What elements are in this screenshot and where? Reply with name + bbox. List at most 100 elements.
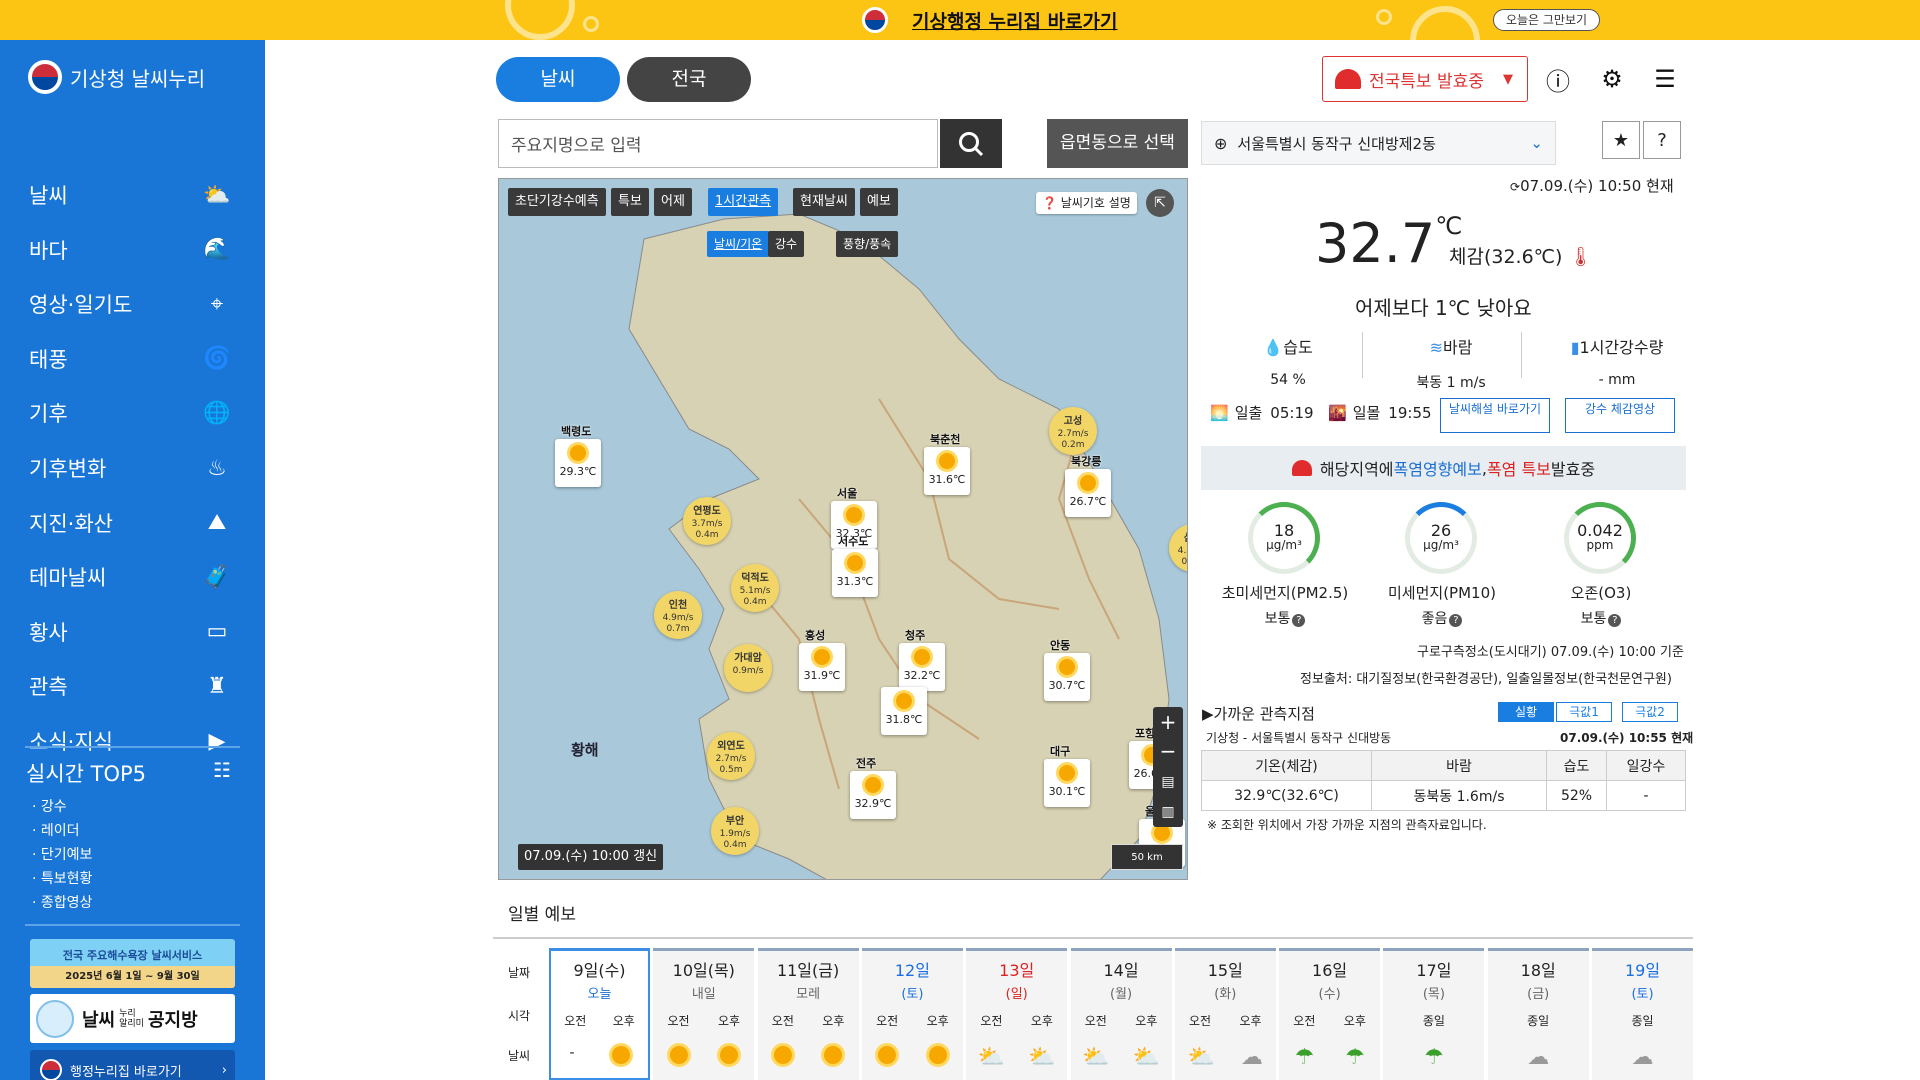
map-subtab-0[interactable]: 날씨/기온 — [707, 231, 770, 257]
heat-impact-forecast-link[interactable]: 폭염영향예보 — [1394, 456, 1482, 480]
map-tab-2[interactable]: 어제 — [654, 188, 692, 216]
day-column[interactable]: 19일 (토) 종일 ☁ — [1592, 948, 1693, 1080]
city-temp-card[interactable]: 32.2℃ — [899, 643, 945, 691]
search-button[interactable] — [940, 119, 1002, 168]
weather-commentary-button[interactable]: 날씨해설 바로가기 — [1440, 398, 1550, 433]
air-quality-ring[interactable]: 18 μg/m³ — [1248, 502, 1320, 574]
city-temp-card[interactable]: 29.3℃ — [555, 439, 601, 487]
map-tab-4[interactable]: 현재날씨 — [793, 188, 855, 216]
sidebar-item-3[interactable]: 태풍 🌀 — [0, 332, 265, 386]
help-icon[interactable]: ? — [1449, 614, 1463, 627]
sidebar-item-2[interactable]: 영상·일기도 ⌖ — [0, 277, 265, 331]
tab-observation-extreme1[interactable]: 극값1 — [1556, 702, 1612, 722]
map-tab-0[interactable]: 초단기강수예측 — [508, 188, 606, 216]
map-subtab-1[interactable]: 강수 — [768, 231, 805, 257]
day-column[interactable]: 14일 (월) 오전 오후 ⛅ ⛅ — [1070, 948, 1172, 1080]
city-temp-card[interactable]: 30.1℃ — [1044, 759, 1090, 807]
symbol-legend-button[interactable]: ❓ 날씨기호 설명 — [1036, 192, 1137, 214]
sidebar-item-6[interactable]: 지진·화산 ⛰ — [0, 496, 265, 550]
precip-video-button[interactable]: 강수 체감영상 — [1565, 398, 1675, 433]
marine-station-bubble[interactable]: 부안 1.9m/s 0.4m — [711, 807, 759, 855]
external-link-button[interactable]: ⇱ — [1146, 189, 1174, 217]
day-column[interactable]: 17일 (목) 종일 ☂ — [1383, 948, 1485, 1080]
top5-item[interactable]: 레이더 — [32, 819, 92, 843]
city-temp-card[interactable]: 32.9℃ — [850, 771, 896, 819]
city-temp-card[interactable]: 30.7℃ — [1044, 653, 1090, 701]
day-column[interactable]: 9일(수) 오늘 오전 오후 - — [549, 948, 650, 1080]
settings-icon[interactable]: ⚙ — [1595, 62, 1629, 96]
city-temp-card[interactable]: 31.9℃ — [799, 643, 845, 691]
city-temp-card[interactable]: 31.6℃ — [924, 447, 970, 495]
city-temp-card[interactable]: 31.8℃ — [881, 687, 927, 735]
zoom-out-button[interactable]: − — [1153, 737, 1183, 767]
map-tab-3[interactable]: 1시간관측 — [708, 188, 779, 216]
weather-map[interactable]: 초단기강수예측 특보 어제 1시간관측 현재날씨 예보 날씨/기온 강수 풍향/풍속 ❓ 날씨… — [498, 178, 1188, 880]
top5-item[interactable]: 종합영상 — [32, 891, 93, 915]
nationwide-alert-dropdown[interactable]: 전국특보 발효중 ▼ — [1322, 56, 1528, 102]
location-selector[interactable]: ⊕ 서울특별시 동작구 신대방제2동 ⌄ — [1201, 121, 1556, 165]
ruler-button[interactable]: ▤ — [1153, 767, 1183, 797]
tab-observation-live[interactable]: 실황 — [1498, 702, 1554, 722]
top-banner[interactable]: 기상행정 누리집 바로가기 오늘은 그만보기 — [0, 0, 1920, 40]
marine-station-bubble[interactable]: 덕적도 5.1m/s 0.4m — [731, 564, 779, 612]
map-tab-5[interactable]: 예보 — [860, 188, 898, 216]
day-column[interactable]: 10일(목) 내일 오전 오후 — [653, 948, 755, 1080]
sun-icon — [773, 1046, 792, 1064]
search-input[interactable]: 주요지명으로 입력 — [498, 119, 938, 168]
tab-observation-extreme2[interactable]: 극값2 — [1622, 702, 1678, 722]
tab-weather[interactable]: 날씨 — [496, 57, 620, 102]
sidebar-item-5[interactable]: 기후변화 ♨ — [0, 441, 265, 495]
zoom-in-button[interactable]: + — [1153, 707, 1183, 737]
sidebar-item-9[interactable]: 관측 ♜ — [0, 659, 265, 713]
notice-promo-banner[interactable]: 날씨 누리 알리미 공지방 — [30, 994, 235, 1043]
sidebar-item-4[interactable]: 기후 🌐 — [0, 386, 265, 440]
day-column[interactable]: 18일 (금) 종일 ☁ — [1487, 948, 1589, 1080]
top5-item[interactable]: 강수 — [32, 795, 92, 819]
sea-label: 황해 — [571, 741, 599, 759]
day-column[interactable]: 11일(금) 모레 오전 오후 — [757, 948, 859, 1080]
day-column[interactable]: 13일 (일) 오전 오후 ⛅ ⛅ — [966, 948, 1068, 1080]
sidebar-item-0[interactable]: 날씨 ⛅ — [0, 168, 265, 222]
air-quality-ring[interactable]: 0.042 ppm — [1564, 502, 1636, 574]
sidebar-item-8[interactable]: 황사 ▭ — [0, 605, 265, 659]
help-button[interactable]: ? — [1643, 121, 1681, 159]
sidebar-item-label: 날씨 — [29, 184, 68, 208]
marine-station-bubble[interactable]: 고성 2.7m/s 0.2m — [1049, 407, 1097, 455]
top5-item[interactable]: 단기예보 — [32, 843, 93, 867]
city-temp-card[interactable]: 31.3℃ — [832, 549, 878, 597]
sidebar-item-1[interactable]: 바다 🌊 — [0, 223, 265, 277]
heat-warning-link[interactable]: 폭염 특보 — [1487, 456, 1551, 480]
info-icon[interactable]: ⓘ — [1541, 62, 1575, 96]
favorite-star-button[interactable]: ★ — [1602, 121, 1640, 159]
air-quality-ring[interactable]: 26 μg/m³ — [1405, 502, 1477, 574]
marine-station-bubble[interactable]: 가대암 0.9m/s — [724, 644, 772, 692]
sidebar-item-7[interactable]: 테마날씨 🧳 — [0, 550, 265, 604]
day-column[interactable]: 12일 (토) 오전 오후 — [861, 948, 963, 1080]
beach-promo-banner[interactable]: 전국 주요해수욕장 날씨서비스 2025년 6월 1일 ~ 9월 30일 — [30, 939, 235, 988]
map-tab-1[interactable]: 특보 — [611, 188, 649, 216]
site-logo[interactable]: 기상청 날씨누리 — [28, 60, 205, 94]
station-value: 5.1m/s 0.4m — [739, 586, 771, 607]
menu-icon[interactable]: ☰ — [1648, 62, 1682, 96]
marine-station-bubble[interactable]: 외연도 2.7m/s 0.5m — [707, 732, 755, 780]
day-column[interactable]: 15일 (화) 오전 오후 ⛅ ☁ — [1174, 948, 1276, 1080]
refresh-icon[interactable]: ⟳ — [1510, 180, 1520, 194]
beach-promo-dates: 2025년 6월 1일 ~ 9월 30일 — [65, 971, 200, 982]
help-icon[interactable]: ? — [1292, 614, 1306, 627]
map-subtab-2[interactable]: 풍향/풍속 — [836, 231, 899, 257]
typhoon-icon: 🌀 — [203, 346, 231, 372]
day-column[interactable]: 16일 (수) 오전 오후 ☂ ☂ — [1279, 948, 1381, 1080]
marine-station-bubble[interactable]: 인천 4.9m/s 0.7m — [654, 591, 702, 639]
admin-site-link[interactable]: 행정누리집 바로가기 › — [30, 1050, 235, 1080]
tab-nationwide[interactable]: 전국 — [627, 57, 751, 102]
layer-button[interactable]: ▥ — [1153, 797, 1183, 827]
local-alert-strip[interactable]: 해당지역에 폭염영향예보 , 폭염 특보 발효중 — [1201, 446, 1686, 490]
banner-link[interactable]: 기상행정 누리집 바로가기 — [912, 7, 1118, 34]
help-icon[interactable]: ? — [1608, 614, 1622, 627]
marine-station-bubble[interactable]: 연평도 3.7m/s 0.4m — [683, 497, 731, 545]
top5-item[interactable]: 특보현황 — [32, 867, 93, 891]
city-temp-card[interactable]: 26.7℃ — [1065, 469, 1111, 517]
dismiss-today-button[interactable]: 오늘은 그만보기 — [1493, 9, 1600, 31]
top5-title[interactable]: 실시간 TOP5 ☷ — [26, 758, 231, 788]
select-region-button[interactable]: 읍면동으로 선택 — [1047, 119, 1188, 168]
